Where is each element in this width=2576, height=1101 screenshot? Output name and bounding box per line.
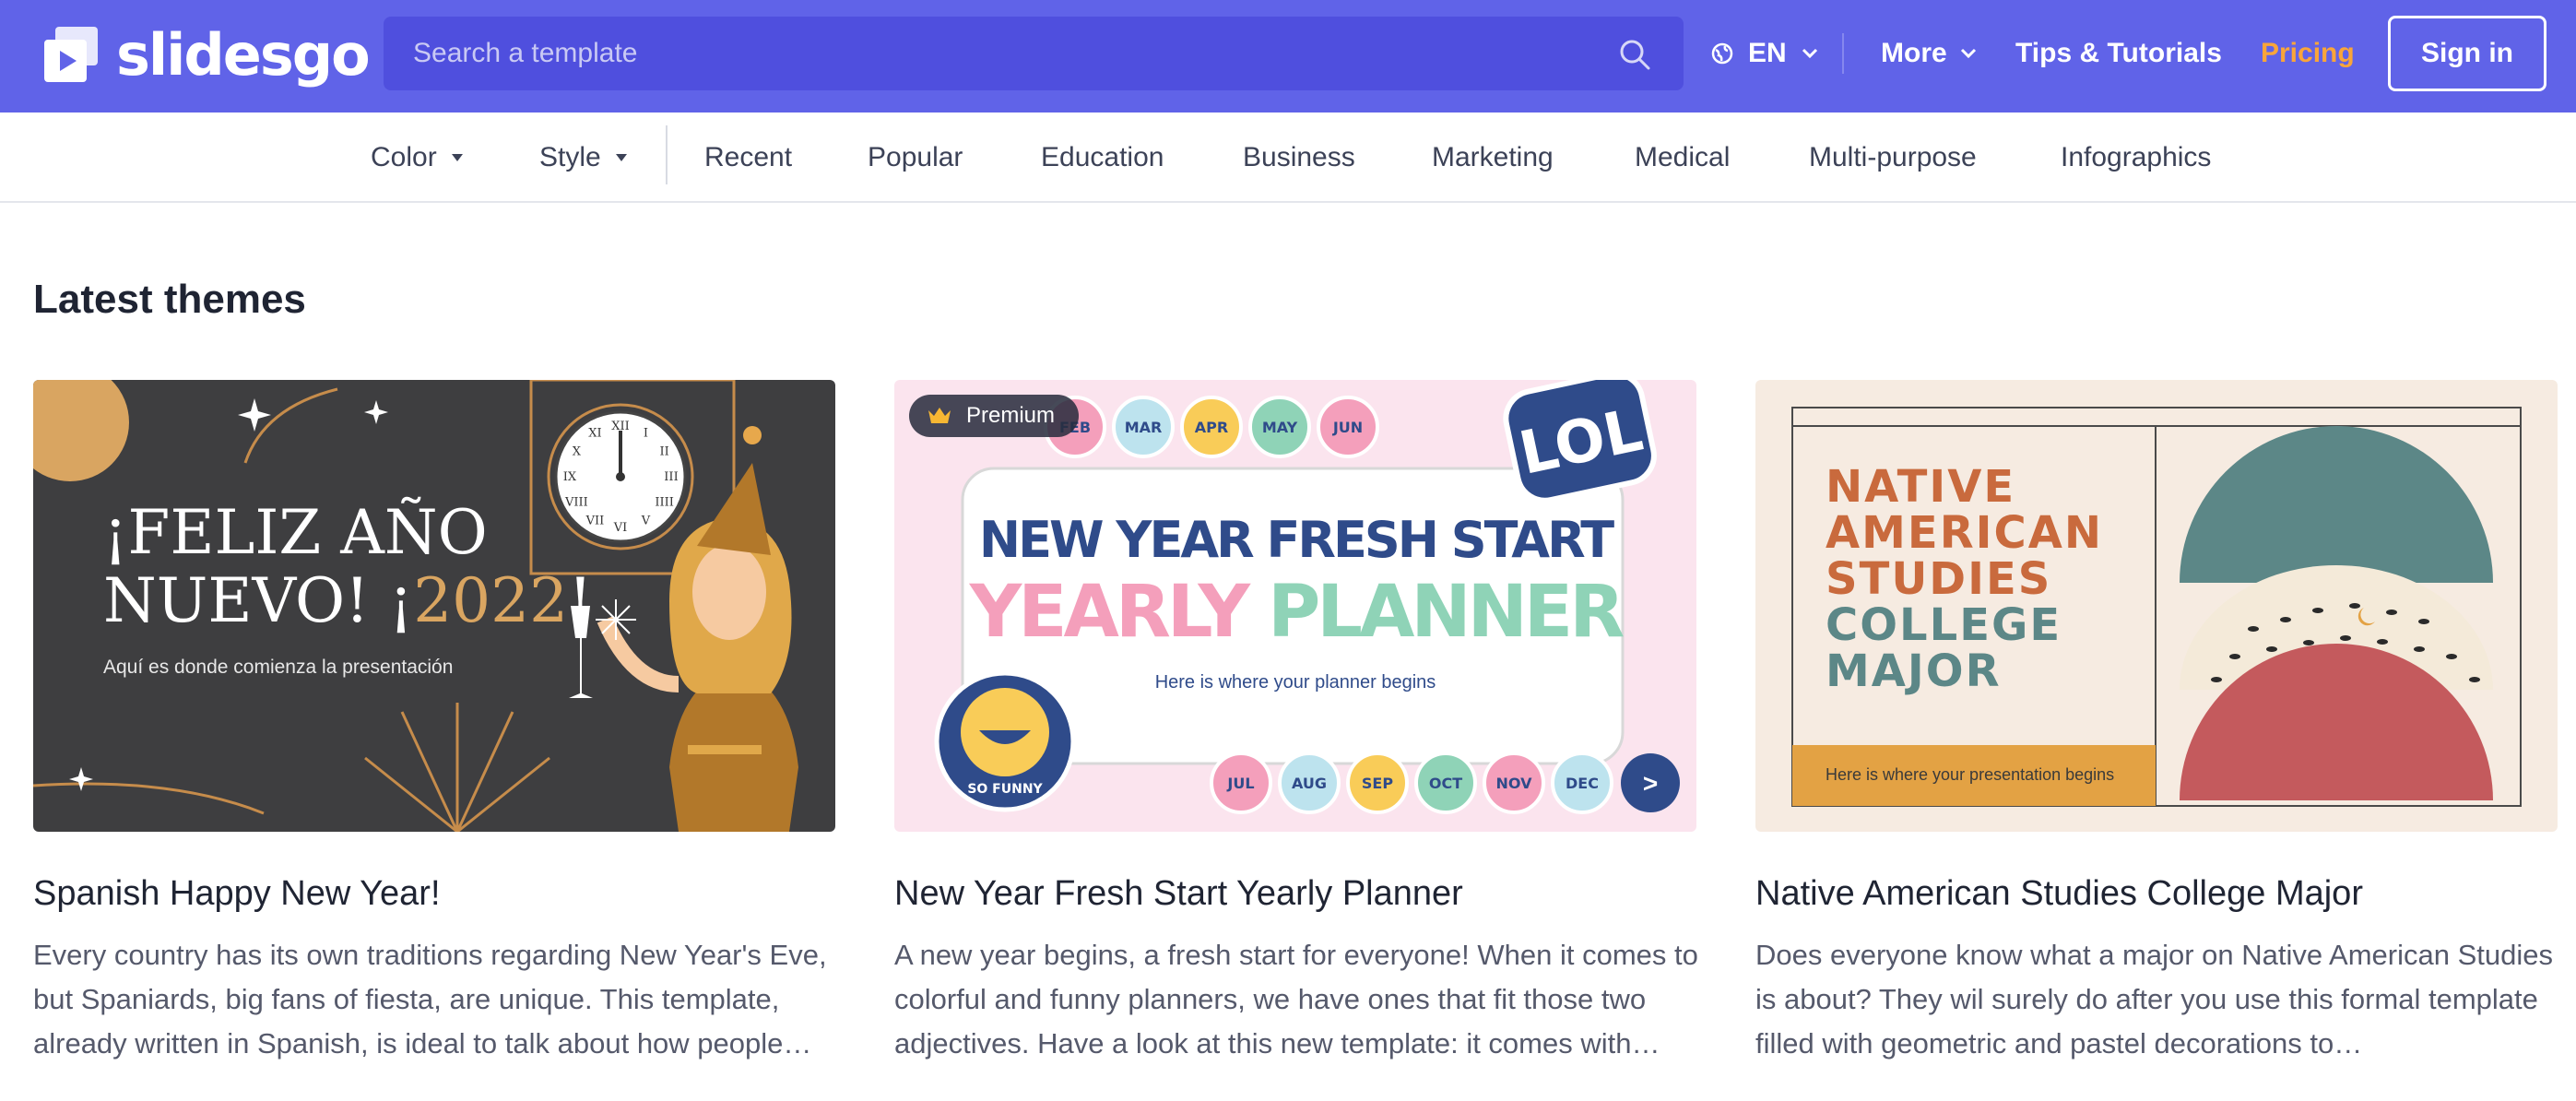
search-icon[interactable] bbox=[1619, 39, 1650, 70]
clock-numeral: VIII bbox=[564, 496, 588, 510]
template-title[interactable]: New Year Fresh Start Yearly Planner bbox=[894, 874, 1724, 914]
template-description: A new year begins, a fresh start for eve… bbox=[894, 939, 1698, 1060]
thumb-headline-line2: NUEVO! ¡2022! bbox=[103, 565, 593, 636]
month-label: JUL bbox=[1226, 775, 1254, 792]
category-education[interactable]: Education bbox=[1041, 112, 1164, 203]
category-infographics[interactable]: Infographics bbox=[2061, 112, 2211, 203]
premium-label: Premium bbox=[966, 403, 1056, 428]
search-bar bbox=[384, 17, 1684, 90]
thumb-subtitle: Here is where your planner begins bbox=[1155, 672, 1436, 693]
caret-down-icon bbox=[615, 154, 627, 161]
category-marketing[interactable]: Marketing bbox=[1432, 112, 1554, 203]
template-thumbnail[interactable]: NATIVE AMERICAN STUDIES COLLEGE MAJOR He… bbox=[1755, 380, 2558, 832]
clock-numeral: XI bbox=[588, 426, 601, 440]
more-label: More bbox=[1881, 38, 1947, 68]
clock-numeral: VI bbox=[613, 521, 628, 535]
clock-numeral: IIII bbox=[655, 496, 674, 510]
month-label: DEC bbox=[1566, 775, 1599, 792]
language-label: EN bbox=[1748, 38, 1787, 68]
crown-icon bbox=[928, 408, 951, 423]
globe-icon bbox=[1711, 42, 1733, 65]
style-filter[interactable]: Style bbox=[539, 112, 627, 203]
thumbnail-image: XII IIIIIIIIIIVVIVIIVIIIIXXXI ¡FELIZ AÑO … bbox=[33, 380, 835, 832]
thumb-title-line1: NEW YEAR FRESH START bbox=[979, 511, 1614, 569]
more-menu[interactable]: More bbox=[1881, 31, 1977, 76]
clock-numeral: II bbox=[659, 445, 668, 459]
language-selector[interactable]: EN bbox=[1711, 31, 1818, 76]
caret-down-icon bbox=[451, 154, 463, 161]
category-divider bbox=[666, 125, 668, 184]
slidesgo-logo[interactable]: slidesgo bbox=[42, 20, 371, 90]
chevron-down-icon bbox=[1802, 48, 1817, 59]
thumb-subtitle: Aquí es donde comienza la presentación bbox=[103, 657, 453, 678]
category-nav: Color Style Recent Popular Education Bus… bbox=[0, 112, 2576, 203]
clock-numeral: V bbox=[641, 515, 651, 528]
thumb-line2: AMERICAN bbox=[1826, 507, 2103, 559]
thumb-line3: STUDIES bbox=[1826, 553, 2051, 605]
thumb-subtitle: Here is where your presentation begins bbox=[1826, 765, 2114, 784]
premium-badge: Premium bbox=[909, 395, 1080, 437]
so-funny-sticker: SO FUNNY bbox=[967, 782, 1043, 797]
thumbnail-image: NATIVE AMERICAN STUDIES COLLEGE MAJOR He… bbox=[1755, 380, 2558, 832]
thumb-headline-line1: ¡FELIZ AÑO bbox=[103, 497, 488, 568]
color-filter-label: Color bbox=[371, 142, 437, 172]
month-label: JUN bbox=[1332, 419, 1363, 436]
section-title: Latest themes bbox=[33, 277, 306, 322]
header-divider bbox=[1842, 33, 1844, 74]
chevron-down-icon bbox=[1960, 48, 1976, 59]
category-recent[interactable]: Recent bbox=[704, 112, 792, 203]
pricing-link[interactable]: Pricing bbox=[2261, 31, 2355, 76]
template-thumbnail[interactable]: FEBMARAPRMAYJUN JULAUGSEPOCTNOVDEC > LOL… bbox=[894, 380, 1696, 832]
template-description: Does everyone know what a major on Nativ… bbox=[1755, 939, 2553, 1060]
thumb-line1: NATIVE bbox=[1826, 461, 2015, 513]
category-business[interactable]: Business bbox=[1243, 112, 1355, 203]
sign-in-button[interactable]: Sign in bbox=[2388, 16, 2546, 91]
style-filter-label: Style bbox=[539, 142, 601, 172]
clock-numeral: VII bbox=[585, 515, 605, 528]
thumb-title-line2: YEARLY PLANNER bbox=[969, 571, 1624, 654]
template-thumbnail[interactable]: XII I II III IIII V VI VII VIII IX X XI ¡FELIZ AÑO … bbox=[33, 380, 835, 832]
month-label: APR bbox=[1195, 419, 1228, 436]
thumb-line4: COLLEGE bbox=[1826, 599, 2062, 651]
template-description: Every country has its own traditions reg… bbox=[33, 939, 827, 1060]
color-filter[interactable]: Color bbox=[371, 112, 463, 203]
search-input[interactable] bbox=[384, 17, 1610, 90]
logo-icon bbox=[44, 27, 98, 82]
month-label: MAR bbox=[1125, 419, 1163, 436]
next-arrow-icon: > bbox=[1643, 769, 1658, 798]
template-title[interactable]: Native American Studies College Major bbox=[1755, 874, 2576, 914]
month-label: AUG bbox=[1292, 775, 1327, 792]
month-label: NOV bbox=[1496, 775, 1533, 792]
thumbnail-image: FEBMARAPRMAYJUN JULAUGSEPOCTNOVDEC > LOL… bbox=[894, 380, 1696, 832]
thumb-line5: MAJOR bbox=[1826, 645, 2002, 697]
template-title[interactable]: Spanish Happy New Year! bbox=[33, 874, 863, 914]
logo-text: slidesgo bbox=[116, 21, 371, 89]
month-label: SEP bbox=[1362, 775, 1393, 792]
tips-tutorials-link[interactable]: Tips & Tutorials bbox=[2015, 31, 2222, 76]
clock-numeral: IX bbox=[563, 470, 577, 484]
category-popular[interactable]: Popular bbox=[868, 112, 963, 203]
category-multi-purpose[interactable]: Multi-purpose bbox=[1809, 112, 1977, 203]
clock-numeral: I bbox=[644, 426, 648, 440]
top-header: slidesgo EN More Tips & Tutorials Pricin… bbox=[0, 0, 2576, 112]
clock-numeral: X bbox=[573, 445, 582, 459]
month-label: MAY bbox=[1262, 419, 1298, 436]
month-label: OCT bbox=[1429, 775, 1462, 792]
clock-numeral: III bbox=[664, 470, 678, 484]
category-medical[interactable]: Medical bbox=[1635, 112, 1730, 203]
